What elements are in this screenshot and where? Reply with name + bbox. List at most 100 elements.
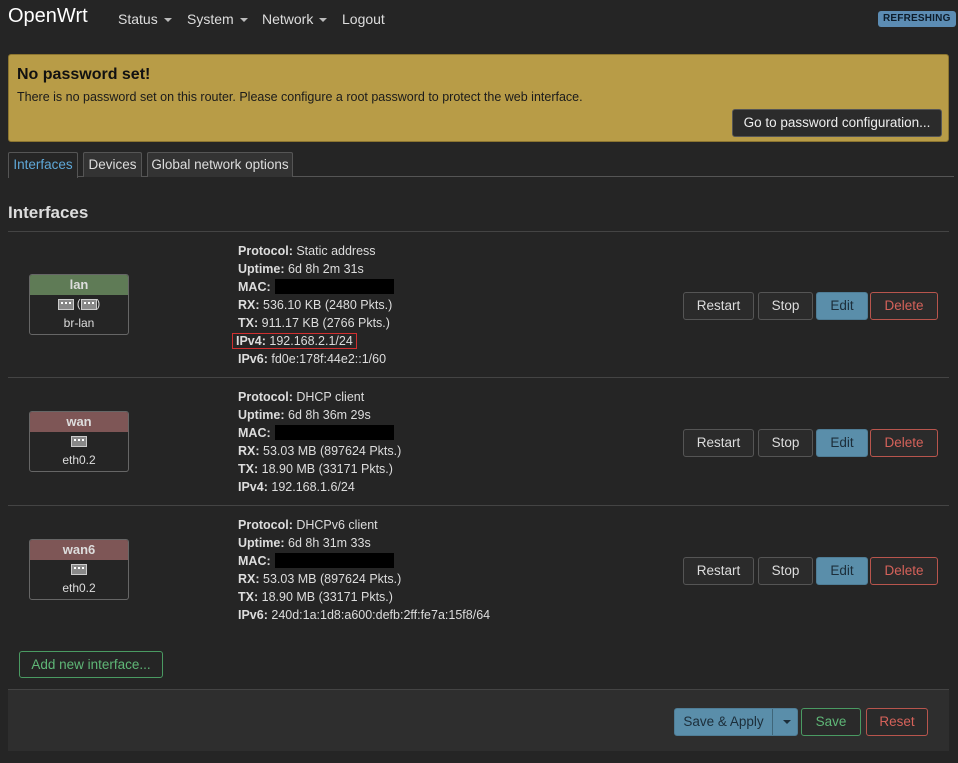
- mac-label: MAC:: [238, 280, 271, 294]
- uptime-label: Uptime:: [238, 408, 285, 422]
- reset-button[interactable]: Reset: [866, 708, 928, 736]
- mac-label: MAC:: [238, 554, 271, 568]
- interface-icons: (): [30, 298, 128, 316]
- tx-value: 911.17 KB (2766 Pkts.): [261, 316, 390, 330]
- page-actions-bar: Save & Apply Save Reset: [8, 689, 949, 751]
- interface-badge-lan[interactable]: lan () br-lan: [29, 274, 129, 335]
- mac-label: MAC:: [238, 426, 271, 440]
- alert-text: There is no password set on this router.…: [17, 90, 583, 104]
- menu-system-label: System: [187, 11, 234, 27]
- brand-logo[interactable]: OpenWrt: [8, 5, 88, 28]
- interface-info-wan6: Protocol: DHCPv6 client Uptime: 6d 8h 31…: [238, 516, 490, 624]
- interface-device: br-lan: [63, 316, 95, 330]
- interface-name: wan: [30, 412, 128, 432]
- tx-label: TX:: [238, 462, 259, 476]
- no-password-alert: No password set! There is no password se…: [8, 54, 949, 142]
- bridge-icon: [57, 298, 74, 310]
- ipv6-value: 240d:1a:1d8:a600:defb:2ff:fe7a:15f8/64: [271, 608, 491, 622]
- ipv6-label: IPv6:: [238, 352, 268, 366]
- restart-button[interactable]: Restart: [683, 429, 754, 457]
- rx-label: RX:: [238, 444, 260, 458]
- chevron-down-icon: [783, 720, 791, 724]
- tab-devices[interactable]: Devices: [83, 152, 142, 177]
- tab-interfaces[interactable]: Interfaces: [8, 152, 78, 178]
- stop-button[interactable]: Stop: [758, 557, 813, 585]
- stop-button[interactable]: Stop: [758, 292, 813, 320]
- rx-label: RX:: [238, 298, 260, 312]
- ipv6-value: fd0e:178f:44e2::1/60: [271, 352, 387, 366]
- menu-logout-label: Logout: [342, 11, 385, 27]
- protocol-label: Protocol:: [238, 244, 293, 258]
- ethernet-port-icon: [71, 435, 87, 447]
- menu-logout[interactable]: Logout: [342, 11, 385, 27]
- tab-global-network-options[interactable]: Global network options: [147, 152, 293, 177]
- chevron-down-icon: [163, 18, 172, 22]
- interface-device: eth0.2: [62, 453, 96, 467]
- save-apply-dropdown[interactable]: [773, 709, 797, 735]
- uptime-value: 6d 8h 36m 29s: [288, 408, 371, 422]
- tx-label: TX:: [238, 590, 259, 604]
- ipv4-value: 192.168.2.1/24: [269, 334, 353, 348]
- edit-button[interactable]: Edit: [816, 429, 868, 457]
- rx-value: 53.03 MB (897624 Pkts.): [263, 572, 402, 586]
- protocol-label: Protocol:: [238, 518, 293, 532]
- mac-redacted: [274, 425, 394, 441]
- tx-value: 18.90 MB (33171 Pkts.): [261, 590, 393, 604]
- chevron-down-icon: [319, 18, 328, 22]
- tab-bar: Interfaces Devices Global network option…: [8, 152, 954, 178]
- delete-button[interactable]: Delete: [870, 429, 938, 457]
- rx-value: 53.03 MB (897624 Pkts.): [263, 444, 402, 458]
- refreshing-badge[interactable]: REFRESHING: [878, 11, 956, 27]
- delete-button[interactable]: Delete: [870, 292, 938, 320]
- menu-system[interactable]: System: [187, 11, 248, 27]
- interface-device: eth0.2: [62, 581, 96, 595]
- add-interface-button[interactable]: Add new interface...: [19, 651, 163, 678]
- interface-row-wan6: wan6 eth0.2 Protocol: DHCPv6 client Upti…: [8, 505, 949, 633]
- chevron-down-icon: [239, 18, 248, 22]
- save-button[interactable]: Save: [801, 708, 861, 736]
- password-config-button[interactable]: Go to password configuration...: [732, 109, 942, 137]
- tx-value: 18.90 MB (33171 Pkts.): [261, 462, 393, 476]
- save-apply-button[interactable]: Save & Apply: [675, 709, 773, 735]
- interface-icons: [30, 563, 128, 581]
- menu-network[interactable]: Network: [262, 11, 328, 27]
- edit-button[interactable]: Edit: [816, 557, 868, 585]
- top-navbar: OpenWrt Status System Network Logout REF…: [0, 0, 958, 38]
- mac-redacted: [274, 553, 394, 569]
- interface-row-lan: lan () br-lan Protocol: Static address U…: [8, 231, 949, 377]
- interface-info-lan: Protocol: Static address Uptime: 6d 8h 2…: [232, 242, 394, 368]
- interface-row-wan: wan eth0.2 Protocol: DHCP client Uptime:…: [8, 377, 949, 505]
- menu-network-label: Network: [262, 11, 314, 27]
- protocol-label: Protocol:: [238, 390, 293, 404]
- save-apply-button-group: Save & Apply: [674, 708, 798, 736]
- interface-name: wan6: [30, 540, 128, 560]
- stop-button[interactable]: Stop: [758, 429, 813, 457]
- menu-status-label: Status: [118, 11, 158, 27]
- protocol-value: DHCPv6 client: [296, 518, 378, 532]
- edit-button[interactable]: Edit: [816, 292, 868, 320]
- uptime-value: 6d 8h 2m 31s: [288, 262, 364, 276]
- delete-button[interactable]: Delete: [870, 557, 938, 585]
- uptime-label: Uptime:: [238, 262, 285, 276]
- ipv6-label: IPv6:: [238, 608, 268, 622]
- interface-name: lan: [30, 275, 128, 295]
- alert-title: No password set!: [17, 66, 151, 83]
- mac-redacted: [274, 279, 394, 295]
- menu-status[interactable]: Status: [118, 11, 172, 27]
- uptime-label: Uptime:: [238, 536, 285, 550]
- rx-label: RX:: [238, 572, 260, 586]
- ipv4-highlight: IPv4: 192.168.2.1/24: [232, 333, 357, 349]
- ipv4-label: IPv4:: [238, 480, 268, 494]
- tx-label: TX:: [238, 316, 259, 330]
- protocol-value: Static address: [296, 244, 376, 258]
- restart-button[interactable]: Restart: [683, 292, 754, 320]
- interface-badge-wan6[interactable]: wan6 eth0.2: [29, 539, 129, 600]
- uptime-value: 6d 8h 31m 33s: [288, 536, 371, 550]
- ipv4-value: 192.168.1.6/24: [271, 480, 355, 494]
- restart-button[interactable]: Restart: [683, 557, 754, 585]
- ethernet-port-icon: [80, 298, 97, 310]
- interface-info-wan: Protocol: DHCP client Uptime: 6d 8h 36m …: [238, 388, 401, 496]
- protocol-value: DHCP client: [296, 390, 365, 404]
- interface-badge-wan[interactable]: wan eth0.2: [29, 411, 129, 472]
- section-title: Interfaces: [8, 203, 89, 222]
